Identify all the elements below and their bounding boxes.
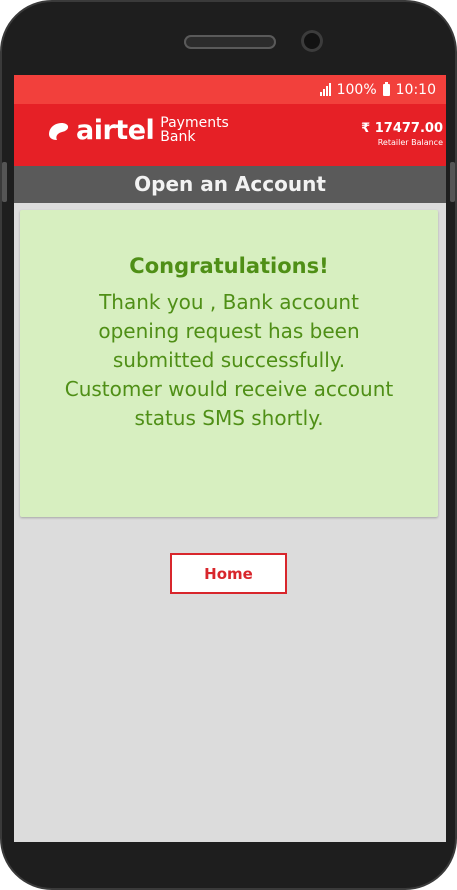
phone-side-button <box>450 162 455 202</box>
signal-icon <box>319 83 331 96</box>
app-screen: 100% 10:10 airtel Payments Bank ₹ 17477.… <box>14 75 446 842</box>
battery-icon <box>382 81 390 96</box>
home-button[interactable]: Home <box>170 553 287 594</box>
phone-side-button <box>2 162 7 202</box>
phone-camera <box>301 30 323 52</box>
balance-amount: ₹ 17477.00 <box>361 121 443 136</box>
confirmation-message: Thank you , Bank account opening request… <box>64 290 394 430</box>
confirmation-heading: Congratulations! <box>129 254 329 278</box>
balance-label: Retailer Balance <box>377 138 443 147</box>
phone-frame: 100% 10:10 airtel Payments Bank ₹ 17477.… <box>0 0 457 890</box>
battery-percent: 100% <box>336 81 377 98</box>
logo-subtitle: Payments Bank <box>160 116 229 144</box>
confirmation-panel: Congratulations! Thank you , Bank accoun… <box>20 210 438 517</box>
app-header: airtel Payments Bank ₹ 17477.00 Retailer… <box>14 104 446 166</box>
status-bar: 100% 10:10 <box>14 75 446 104</box>
clock: 10:10 <box>395 81 436 98</box>
airtel-payments-bank-logo[interactable]: airtel Payments Bank <box>46 116 229 144</box>
retailer-balance: ₹ 17477.00 Retailer Balance <box>361 121 443 147</box>
logo-subtitle-line1: Payments <box>160 115 229 131</box>
logo-wordmark: airtel <box>76 114 155 146</box>
phone-speaker <box>184 35 276 49</box>
logo-subtitle-line2: Bank <box>160 129 196 145</box>
airtel-logo-icon <box>49 123 69 140</box>
page-title: Open an Account <box>14 166 446 203</box>
